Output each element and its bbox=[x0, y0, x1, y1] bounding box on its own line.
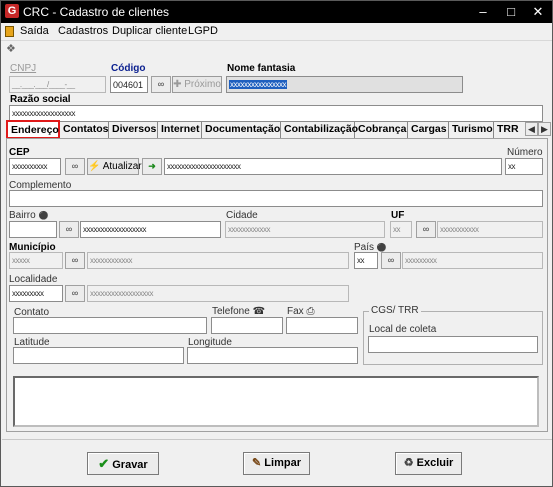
atualizar-button[interactable]: ⚡ Atualizar bbox=[87, 158, 142, 175]
gravar-button[interactable]: ✔ Gravar bbox=[87, 452, 159, 475]
longitude-input[interactable] bbox=[187, 347, 358, 364]
app-logo-icon: G bbox=[5, 4, 19, 18]
trash-icon: ♻ bbox=[403, 457, 414, 469]
excluir-label: Excluir bbox=[416, 457, 454, 469]
minimize-icon[interactable]: – bbox=[469, 1, 497, 23]
bairro-code-input[interactable] bbox=[9, 221, 57, 238]
cep-search-icon[interactable]: ∞ bbox=[65, 158, 85, 175]
tab-diversos[interactable]: Diversos bbox=[109, 122, 158, 138]
tab-contatos[interactable]: Contatos bbox=[60, 122, 109, 138]
uf-label: UF bbox=[391, 210, 405, 221]
gravar-label: Gravar bbox=[112, 459, 148, 471]
local-coleta-input[interactable] bbox=[368, 336, 538, 353]
telefone-label: Telefone ☎ bbox=[212, 306, 265, 317]
complemento-input[interactable] bbox=[9, 190, 543, 207]
menu-cadastros[interactable]: Cadastros bbox=[58, 25, 108, 37]
footer-divider bbox=[2, 439, 552, 440]
codigo-input[interactable]: 004601 bbox=[110, 76, 148, 93]
local-coleta-label: Local de coleta bbox=[369, 324, 437, 335]
localidade-input[interactable]: xxxxxxxxx bbox=[9, 285, 63, 302]
bairro-label-text: Bairro bbox=[9, 210, 36, 221]
phone-icon: ☎ bbox=[252, 306, 266, 317]
bairro-input[interactable]: xxxxxxxxxxxxxxxxxx bbox=[80, 221, 221, 238]
latitude-input[interactable] bbox=[13, 347, 184, 364]
pais-search-icon[interactable]: ∞ bbox=[381, 252, 401, 269]
toolbar-settings-icon[interactable]: ❖ bbox=[6, 44, 18, 55]
fax-input[interactable] bbox=[286, 317, 358, 334]
checkmark-icon: ✔ bbox=[98, 456, 110, 471]
window-title: CRC - Cadastro de clientes bbox=[23, 5, 170, 19]
bairro-label: Bairro ⚫ bbox=[9, 210, 48, 221]
cnpj-input[interactable]: __.___.___/____-__ bbox=[9, 76, 106, 93]
main-window: G CRC - Cadastro de clientes – □ ✕ Saída… bbox=[0, 0, 553, 487]
title-bar: G CRC - Cadastro de clientes – □ ✕ bbox=[1, 1, 552, 23]
pais-pin-icon: ⚫ bbox=[376, 243, 387, 252]
pais-desc-input[interactable]: xxxxxxxxx bbox=[402, 252, 543, 269]
localidade-label: Localidade bbox=[9, 274, 58, 285]
cgs-trr-label: CGS/ TRR bbox=[369, 305, 421, 316]
cidade-input[interactable]: xxxxxxxxxxxx bbox=[225, 221, 385, 238]
cidade-label: Cidade bbox=[226, 210, 258, 221]
tab-internet[interactable]: Internet bbox=[158, 122, 202, 138]
observacoes-textarea[interactable] bbox=[13, 376, 539, 427]
uf-desc-input[interactable]: xxxxxxxxxxx bbox=[437, 221, 543, 238]
tab-contabilizacao[interactable]: Contabilização bbox=[281, 122, 358, 138]
fax-label-text: Fax bbox=[287, 306, 304, 317]
tab-cargas[interactable]: Cargas bbox=[408, 122, 449, 138]
numero-input[interactable]: xx bbox=[505, 158, 543, 175]
close-icon[interactable]: ✕ bbox=[524, 1, 552, 23]
municipio-input[interactable]: xxxxx bbox=[9, 252, 63, 269]
cep-input[interactable]: xxxxxxxxxx bbox=[9, 158, 61, 175]
limpar-label: Limpar bbox=[264, 457, 301, 469]
binoculars-search-icon[interactable]: ∞ bbox=[151, 76, 171, 93]
nome-fantasia-value: xxxxxxxxxxxxxxxx bbox=[229, 80, 287, 89]
atualizar-label: Atualizar bbox=[102, 161, 142, 172]
maximize-icon[interactable]: □ bbox=[497, 1, 525, 23]
tab-documentacao[interactable]: Documentação bbox=[202, 122, 281, 138]
numero-label: Número bbox=[507, 147, 543, 158]
lightning-icon: ⚡ bbox=[88, 161, 101, 172]
municipio-search-icon[interactable]: ∞ bbox=[65, 252, 85, 269]
razao-social-label: Razão social bbox=[10, 94, 71, 105]
telefone-label-text: Telefone bbox=[212, 306, 250, 317]
bairro-search-icon[interactable]: ∞ bbox=[59, 221, 79, 238]
menu-lgpd[interactable]: LGPD bbox=[188, 25, 218, 37]
cep-label: CEP bbox=[9, 147, 30, 158]
transfer-arrow-icon[interactable]: ➜ bbox=[142, 158, 162, 175]
excluir-button[interactable]: ♻ Excluir bbox=[395, 452, 462, 475]
menu-saida[interactable]: Saída bbox=[20, 25, 49, 37]
localidade-search-icon[interactable]: ∞ bbox=[65, 285, 85, 302]
logradouro-input[interactable]: xxxxxxxxxxxxxxxxxxxxx bbox=[164, 158, 502, 175]
contato-input[interactable] bbox=[13, 317, 207, 334]
localidade-desc-input[interactable]: xxxxxxxxxxxxxxxxxx bbox=[87, 285, 349, 302]
uf-search-icon[interactable]: ∞ bbox=[416, 221, 436, 238]
uf-input[interactable]: xx bbox=[390, 221, 412, 238]
tab-endereco[interactable]: Endereço bbox=[6, 120, 60, 139]
bairro-pin-icon: ⚫ bbox=[38, 211, 49, 220]
menu-bar: Saída Cadastros Duplicar cliente LGPD bbox=[1, 23, 552, 41]
codigo-label: Código bbox=[111, 63, 146, 74]
proximo-label: Próximo bbox=[184, 79, 221, 90]
eraser-icon: ✎ bbox=[252, 457, 262, 469]
tab-cobranca[interactable]: Cobrança bbox=[355, 122, 408, 138]
municipio-desc-input[interactable]: xxxxxxxxxxxx bbox=[87, 252, 349, 269]
proximo-button[interactable]: ✚ Próximo bbox=[172, 76, 222, 93]
tab-trr[interactable]: TRR bbox=[494, 122, 524, 138]
tab-scroll-right-icon[interactable]: ▶ bbox=[538, 122, 551, 136]
fax-machine-icon: ⎙ bbox=[306, 306, 315, 317]
nome-fantasia-label: Nome fantasia bbox=[227, 63, 296, 74]
nome-fantasia-input[interactable]: xxxxxxxxxxxxxxxx bbox=[226, 76, 463, 93]
fax-label: Fax ⎙ bbox=[287, 306, 314, 317]
limpar-button[interactable]: ✎ Limpar bbox=[243, 452, 310, 475]
tab-scroll-left-icon[interactable]: ◀ bbox=[525, 122, 538, 136]
pais-input[interactable]: xx bbox=[354, 252, 378, 269]
razao-social-input[interactable]: xxxxxxxxxxxxxxxxxx bbox=[9, 105, 543, 122]
cnpj-label: CNPJ bbox=[10, 63, 37, 74]
telefone-input[interactable] bbox=[211, 317, 283, 334]
tab-turismo[interactable]: Turismo bbox=[449, 122, 494, 138]
menu-duplicar-cliente[interactable]: Duplicar cliente bbox=[112, 25, 187, 37]
exit-door-icon[interactable] bbox=[5, 26, 14, 37]
